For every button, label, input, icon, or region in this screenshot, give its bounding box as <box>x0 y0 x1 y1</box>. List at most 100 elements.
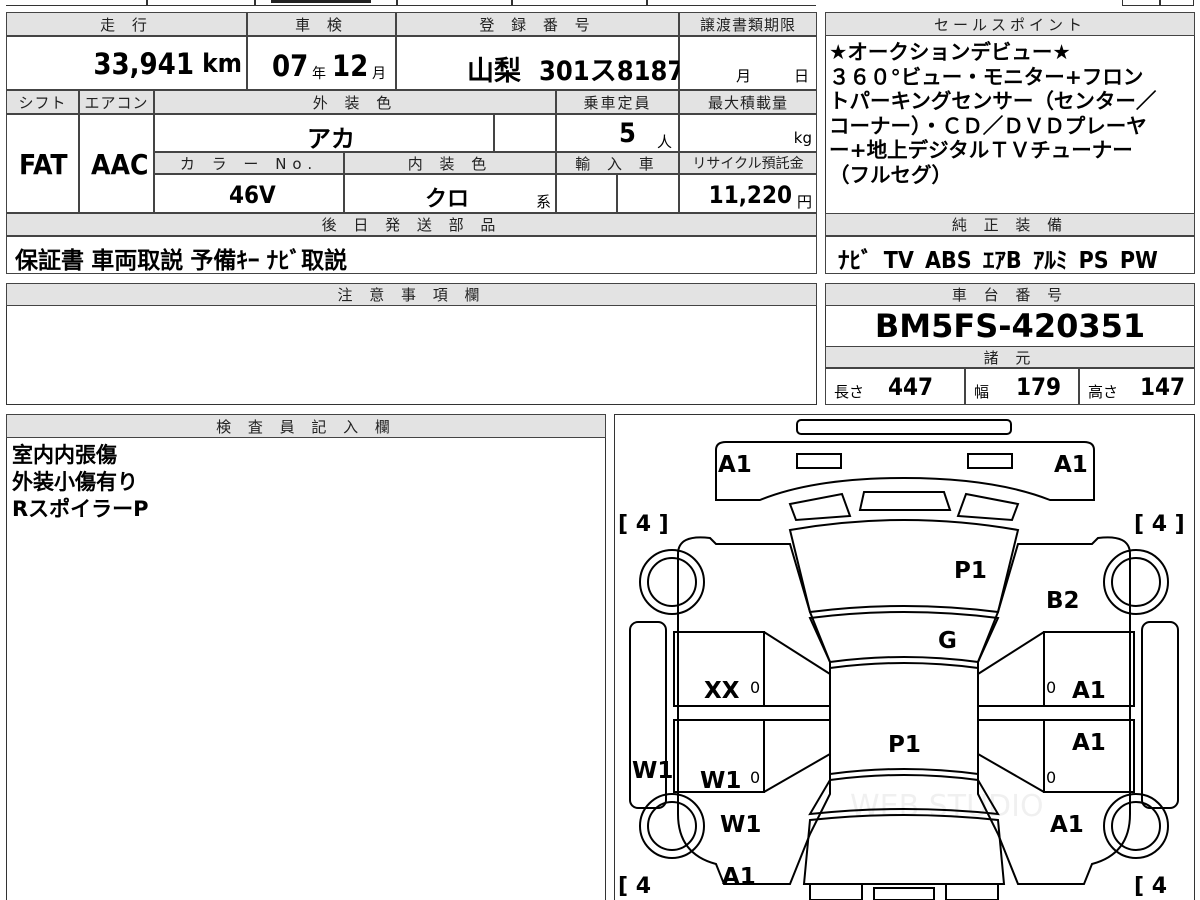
load-unit: kg <box>793 129 812 147</box>
recycle-value: 11,220 <box>708 181 792 209</box>
sales-point-header: セールスポイント <box>825 12 1195 36</box>
sales-line: （フルセグ） <box>829 162 952 187</box>
car-diagram: WEB STUDIO <box>629 419 1179 900</box>
spec-width-value: 179 <box>1016 373 1062 401</box>
interior-suffix: 系 <box>535 193 551 211</box>
zero-right-front: 0 <box>1046 678 1057 697</box>
exterior-header: 外 装 色 <box>154 90 556 114</box>
later-parts-value: 保証書 車両取説 予備ｷｰ ﾅﾋﾞ取説 <box>15 248 348 274</box>
capacity-unit: 人 <box>657 133 673 151</box>
spec-height-cell: 高さ 147 <box>1079 368 1195 405</box>
damage-a1-right-rear-door: A1 <box>1072 730 1106 756</box>
capacity-header: 乗車定員 <box>556 90 679 114</box>
headlight-left <box>796 453 842 469</box>
spec-height-value: 147 <box>1140 373 1186 401</box>
later-parts-header: 後 日 発 送 部 品 <box>6 213 817 236</box>
inspection-month-unit: 月 <box>372 66 386 82</box>
interior-header: 内 装 色 <box>344 152 556 174</box>
color-no-value: 46V <box>229 181 276 209</box>
spec-header: 諸 元 <box>825 346 1195 368</box>
tire-tr: [ 4 ] <box>1134 512 1185 537</box>
capacity-value: 5 <box>619 118 636 149</box>
inspector-line: RスポイラーP <box>12 497 149 521</box>
zero-left-rear: 0 <box>750 768 761 787</box>
recycle-unit: 円 <box>796 193 812 211</box>
exterior-value: アカ <box>307 125 355 153</box>
interior-value: クロ <box>425 187 470 212</box>
mileage-cell: 33,941 km <box>6 36 247 90</box>
damage-a1-right-front-door: A1 <box>1072 678 1106 704</box>
equipment-cell: ﾅﾋﾞ TV ABS ｴｱB ｱﾙﾐ PS PW <box>825 236 1195 274</box>
exterior-extra-cell <box>494 114 556 152</box>
tire-bl: [ 4 <box>618 874 652 899</box>
capacity-cell: 5 人 <box>556 114 679 152</box>
sales-line: コーナー）・ＣＤ／ＤＶＤプレーヤ <box>829 113 1147 138</box>
sales-line: ３６０°ビュー・モニター+フロン <box>829 64 1144 89</box>
spec-length-cell: 長さ 447 <box>825 368 965 405</box>
spec-width-label: 幅 <box>974 383 990 401</box>
top-strip <box>6 0 816 6</box>
equipment-value: ﾅﾋﾞ TV ABS ｴｱB ｱﾙﾐ PS PW <box>838 248 1158 274</box>
interior-cell: クロ 系 <box>344 174 556 213</box>
registration-region: 山梨 <box>467 56 521 87</box>
damage-w1-left-rear-door: W1 <box>700 768 742 794</box>
aircon-header: エアコン <box>79 90 154 114</box>
inspector-line: 外装小傷有り <box>12 470 138 494</box>
inspection-cell: 07 年 12 月 <box>247 36 396 90</box>
spec-length-value: 447 <box>888 373 934 401</box>
recycle-cell: 11,220 円 <box>679 174 817 213</box>
sales-point-lines: ★オークションデビュー★ ３６０°ビュー・モニター+フロン トパーキングセンサー… <box>829 40 1193 210</box>
later-parts-cell: 保証書 車両取説 予備ｷｰ ﾅﾋﾞ取説 <box>6 236 817 274</box>
registration-number: 301ス8187 <box>539 56 685 87</box>
wheel-front-left <box>639 549 705 615</box>
damage-w1-rear-quarter: W1 <box>720 812 762 838</box>
damage-a1-front-left: A1 <box>718 452 752 478</box>
shift-cell: FAT <box>6 114 79 213</box>
notes-header: 注 意 事 項 欄 <box>6 283 817 306</box>
inspection-header: 車 検 <box>247 12 396 36</box>
damage-a1-rear-bumper: A1 <box>722 864 756 890</box>
damage-p1-roof: P1 <box>888 732 921 758</box>
spec-height-label: 高さ <box>1088 383 1119 401</box>
exterior-cell: アカ <box>154 114 494 153</box>
sales-line: ー+地上デジタルＴＶチューナー <box>829 138 1133 162</box>
damage-p1-hood: P1 <box>954 558 987 584</box>
right-sill <box>1141 621 1179 809</box>
color-no-header: カ ラ ー No. <box>154 152 344 174</box>
load-cell: kg <box>679 114 817 152</box>
windshield <box>808 611 1000 664</box>
sales-line: トパーキングセンサー（センター／ <box>829 89 1157 113</box>
headlight-right <box>967 453 1013 469</box>
transfer-day-unit: 日 <box>794 67 810 85</box>
damage-a1-front-right: A1 <box>1054 452 1088 478</box>
inspection-month: 12 <box>332 49 369 83</box>
damage-a1-right-quarter: A1 <box>1050 812 1084 838</box>
spec-length-label: 長さ <box>834 383 865 401</box>
aircon-cell: AAC <box>79 114 154 213</box>
damage-w1-left-side: W1 <box>632 758 674 784</box>
mileage-header: 走 行 <box>6 12 247 36</box>
chassis-header: 車 台 番 号 <box>825 283 1195 306</box>
registration-header: 登 録 番 号 <box>396 12 679 36</box>
load-header: 最大積載量 <box>679 90 817 114</box>
wheel-front-right <box>1103 549 1169 615</box>
aircon-value: AAC <box>91 148 149 181</box>
top-strip-right <box>1122 0 1194 6</box>
inspector-header: 検 査 員 記 入 欄 <box>6 414 606 438</box>
transfer-cell: 月 日 <box>679 36 817 90</box>
damage-b2-fender: B2 <box>1046 588 1080 614</box>
transfer-header: 譲渡書類期限 <box>679 12 817 36</box>
shift-header: シフト <box>6 90 79 114</box>
wheel-rear-left <box>639 793 705 859</box>
tire-br: [ 4 <box>1134 874 1168 899</box>
import-header: 輸 入 車 <box>556 152 679 174</box>
inspection-year-unit: 年 <box>312 66 326 82</box>
import-cell-a <box>556 174 617 213</box>
transfer-month-unit: 月 <box>736 67 752 85</box>
damage-g-windshield: G <box>938 628 957 654</box>
color-no-cell: 46V <box>154 174 344 213</box>
sales-line: ★オークションデビュー★ <box>829 40 1071 64</box>
mileage-unit: km <box>202 49 242 79</box>
zero-right-rear: 0 <box>1046 768 1057 787</box>
inspector-line: 室内内張傷 <box>12 443 117 467</box>
